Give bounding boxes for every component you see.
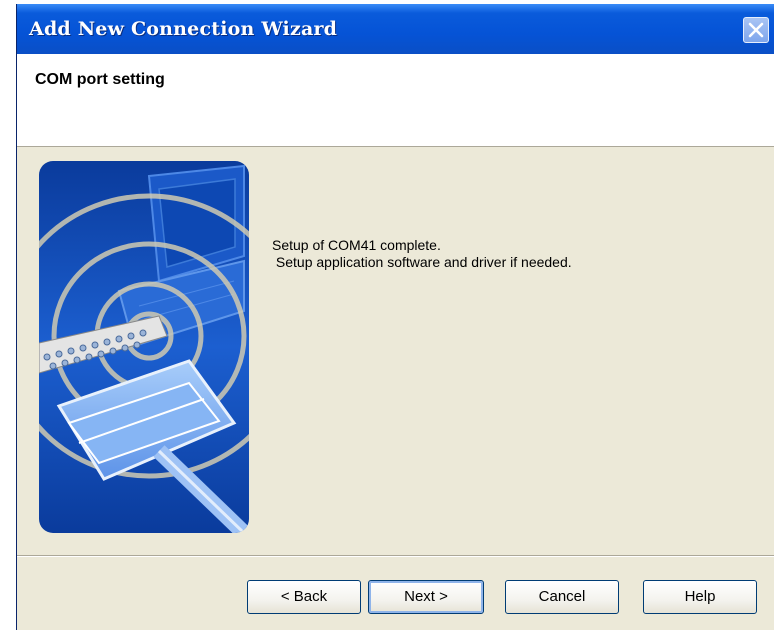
wizard-window: Add New Connection Wizard COM port setti… [16,4,774,630]
status-message: Setup of COM41 complete. Setup applicati… [272,237,572,271]
close-button[interactable] [743,17,769,43]
message-line-2: Setup application software and driver if… [272,254,572,270]
back-button[interactable]: < Back [247,580,361,614]
cancel-button[interactable]: Cancel [505,580,619,614]
window-title: Add New Connection Wizard [29,18,338,40]
help-button[interactable]: Help [643,580,757,614]
serial-connection-illustration [39,161,249,533]
title-bar[interactable]: Add New Connection Wizard [17,4,774,54]
page-title: COM port setting [35,71,165,88]
wizard-header: COM port setting [17,54,774,147]
close-icon [748,22,764,38]
message-line-1: Setup of COM41 complete. [272,237,441,253]
next-button[interactable]: Next > [368,580,484,614]
footer-divider [17,555,774,557]
